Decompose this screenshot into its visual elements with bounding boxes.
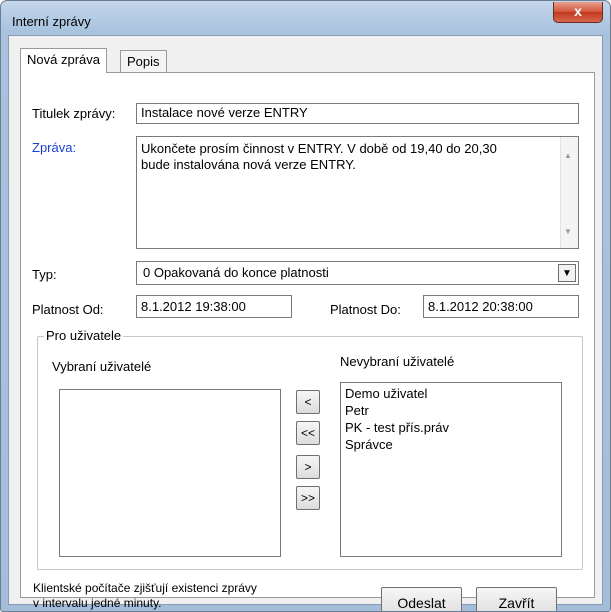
- type-label: Typ:: [32, 267, 57, 282]
- valid-from-input[interactable]: 8.1.2012 19:38:00: [136, 295, 292, 318]
- type-select-value: 0 Opakovaná do konce platnosti: [143, 265, 329, 280]
- remove-user-button[interactable]: >: [296, 455, 320, 479]
- scroll-down-icon[interactable]: ▼: [564, 227, 572, 236]
- valid-from-label: Platnost Od:: [32, 302, 104, 317]
- valid-to-input[interactable]: 8.1.2012 20:38:00: [423, 295, 579, 318]
- list-item[interactable]: Petr: [345, 403, 369, 418]
- list-item[interactable]: Demo uživatel: [345, 386, 427, 401]
- send-button[interactable]: Odeslat: [381, 587, 462, 611]
- valid-to-label: Platnost Do:: [330, 302, 401, 317]
- tab-panel: Titulek zprávy: Instalace nové verze ENT…: [20, 72, 595, 598]
- list-item[interactable]: PK - test přís.práv: [345, 420, 449, 435]
- selected-users-label: Vybraní uživatelé: [52, 359, 152, 374]
- add-all-users-button[interactable]: <<: [296, 421, 320, 445]
- add-user-button[interactable]: <: [296, 390, 320, 414]
- title-bar[interactable]: Interní zprávy x: [1, 1, 610, 35]
- dialog-client-area: Nová zpráva Popis Titulek zprávy: Instal…: [8, 35, 603, 611]
- message-line: Ukončete prosím činnost v ENTRY. V době …: [141, 141, 497, 156]
- info-note: Klientské počítače zjišťují existenci zp…: [33, 581, 257, 611]
- unselected-users-list[interactable]: Demo uživatel Petr PK - test přís.práv S…: [340, 382, 562, 557]
- users-group-title: Pro uživatele: [44, 328, 124, 343]
- chevron-down-icon[interactable]: ▼: [558, 264, 576, 282]
- scroll-up-icon[interactable]: ▲: [564, 151, 572, 160]
- tab-nova-zprava[interactable]: Nová zpráva: [20, 48, 107, 73]
- message-textarea[interactable]: Ukončete prosím činnost v ENTRY. V době …: [136, 136, 579, 249]
- remove-all-users-button[interactable]: >>: [296, 486, 320, 510]
- info-note-line: Klientské počítače zjišťují existenci zp…: [33, 581, 257, 595]
- window-title: Interní zprávy: [12, 14, 91, 29]
- unselected-users-label: Nevybraní uživatelé: [340, 354, 455, 369]
- dialog-window: Interní zprávy x Nová zpráva Popis Titul…: [0, 0, 611, 612]
- message-line: bude instalována nová verze ENTRY.: [141, 157, 356, 172]
- subject-label: Titulek zprávy:: [32, 106, 116, 121]
- close-window-button[interactable]: x: [553, 2, 603, 23]
- selected-users-list[interactable]: [59, 389, 281, 557]
- message-label: Zpráva:: [32, 140, 77, 155]
- list-item[interactable]: Správce: [345, 437, 393, 452]
- subject-input[interactable]: Instalace nové verze ENTRY: [136, 103, 579, 124]
- close-button[interactable]: Zavřít: [476, 587, 557, 611]
- info-note-line: v intervalu jedné minuty.: [33, 596, 162, 610]
- message-text: Ukončete prosím činnost v ENTRY. V době …: [141, 141, 556, 173]
- users-group: Pro uživatele Vybraní uživatelé Nevybran…: [37, 328, 583, 570]
- message-scrollbar[interactable]: ▲ ▼: [560, 137, 578, 248]
- tab-popis[interactable]: Popis: [120, 50, 167, 72]
- type-select[interactable]: 0 Opakovaná do konce platnosti ▼: [136, 261, 579, 285]
